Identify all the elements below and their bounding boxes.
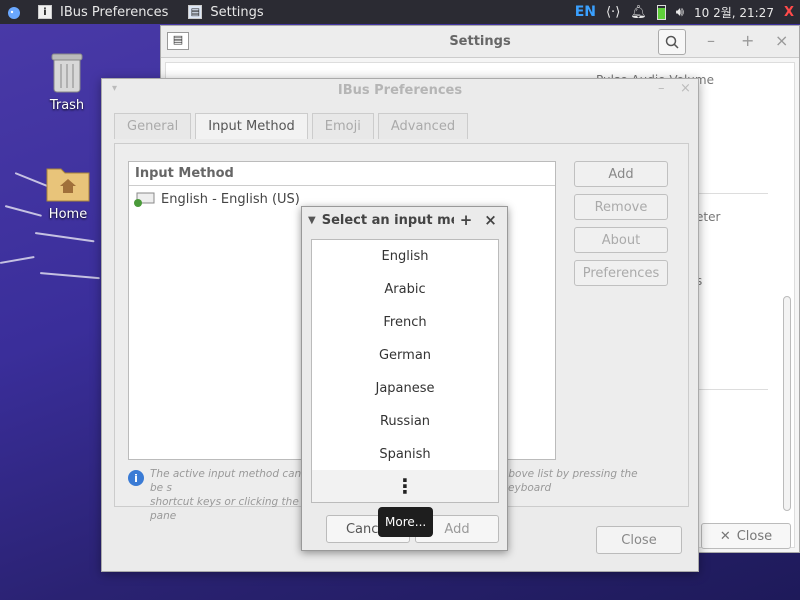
desktop-icon-label: Trash xyxy=(49,98,85,113)
more-options-button[interactable]: ⋮ xyxy=(312,470,498,502)
window-title: IBus Preferences xyxy=(337,83,463,98)
language-option-german[interactable]: German xyxy=(312,339,498,372)
select-input-method-dialog: ▼ Select an input method + × English Ara… xyxy=(301,206,508,551)
xfce-mouse-icon xyxy=(8,7,20,19)
settings-close-button[interactable]: ✕ Close xyxy=(701,523,791,549)
settings-item-row[interactable]: eter xyxy=(696,210,720,224)
close-window-button[interactable]: × xyxy=(775,31,788,50)
tab-emoji[interactable]: Emoji xyxy=(311,113,374,139)
taskbar-item-ibus[interactable]: i IBus Preferences xyxy=(28,0,178,24)
wallpaper-streak xyxy=(34,232,95,243)
volume-icon[interactable]: 🔊︎ xyxy=(676,5,684,20)
battery-icon[interactable] xyxy=(656,4,666,20)
language-option-english[interactable]: English xyxy=(312,240,498,273)
minimize-button[interactable]: – xyxy=(658,81,665,96)
window-title: Settings xyxy=(449,34,511,49)
settings-titlebar[interactable]: ▤ Settings – + × xyxy=(161,26,799,58)
dialog-title: Select an input method xyxy=(321,212,454,228)
tab-bar: General Input Method Emoji Advanced xyxy=(114,113,469,139)
remove-button[interactable]: Remove xyxy=(574,194,668,220)
search-button[interactable] xyxy=(658,29,686,55)
scrollbar[interactable] xyxy=(783,296,791,511)
language-options-list[interactable]: English Arabic French German Japanese Ru… xyxy=(311,239,499,503)
desktop-icon-trash[interactable]: Trash xyxy=(27,50,107,113)
info-line: shortcut keys or clicking the pane xyxy=(150,496,299,522)
tab-input-method[interactable]: Input Method xyxy=(195,113,308,139)
logout-icon[interactable]: X xyxy=(784,5,794,20)
wallpaper-streak xyxy=(0,255,35,264)
taskbar-item-settings[interactable]: ▤ Settings xyxy=(178,0,273,24)
info-text-right: above list by pressing the keyboard xyxy=(501,468,638,494)
more-tooltip: More... xyxy=(378,507,434,537)
close-window-button[interactable]: × xyxy=(484,211,497,229)
language-option-russian[interactable]: Russian xyxy=(312,405,498,438)
desktop-icon-label: Home xyxy=(48,207,88,222)
about-button[interactable]: About xyxy=(574,227,668,253)
tab-general[interactable]: General xyxy=(114,113,192,139)
app-menu-button[interactable] xyxy=(0,0,28,24)
notification-bell-icon[interactable]: 🔔︎ xyxy=(630,5,647,20)
dialog-titlebar[interactable]: ▼ Select an input method + × xyxy=(302,207,507,233)
divider xyxy=(696,389,768,390)
desktop-icon-home[interactable]: Home xyxy=(28,163,108,222)
keyboard-layout-indicator[interactable]: EN xyxy=(575,4,596,20)
info-text-left: The active input method can be s shortcu… xyxy=(150,467,309,523)
list-header: Input Method xyxy=(129,162,555,186)
close-icon: ✕ xyxy=(719,528,731,544)
clock[interactable]: 10 2월, 21:27 xyxy=(694,4,774,21)
vertical-ellipsis-icon: ⋮ xyxy=(395,474,415,498)
ibus-close-button[interactable]: Close xyxy=(596,526,682,554)
close-window-button[interactable]: × xyxy=(680,81,691,96)
language-option-arabic[interactable]: Arabic xyxy=(312,273,498,306)
settings-window-icon: ▤ xyxy=(188,5,203,19)
maximize-button[interactable]: + xyxy=(460,211,473,229)
search-icon xyxy=(665,35,679,49)
taskbar-label: IBus Preferences xyxy=(60,4,169,20)
minimize-button[interactable]: – xyxy=(707,31,715,50)
add-button[interactable]: Add xyxy=(574,161,668,187)
preferences-button[interactable]: Preferences xyxy=(574,260,668,286)
language-option-japanese[interactable]: Japanese xyxy=(312,372,498,405)
top-panel: i IBus Preferences ▤ Settings EN ⟨·⟩ 🔔︎ … xyxy=(0,0,800,24)
divider xyxy=(696,193,768,194)
maximize-button[interactable]: + xyxy=(741,31,754,50)
trash-icon xyxy=(51,53,83,93)
network-icon[interactable]: ⟨·⟩ xyxy=(606,5,620,20)
language-option-spanish[interactable]: Spanish xyxy=(312,438,498,471)
home-folder-icon xyxy=(46,168,90,202)
keyboard-icon xyxy=(134,192,155,207)
language-option-french[interactable]: French xyxy=(312,306,498,339)
button-label: Close xyxy=(736,528,773,544)
ibus-titlebar[interactable]: ▾ IBus Preferences – × xyxy=(102,79,698,103)
window-menu-icon[interactable]: ▼ xyxy=(308,215,316,226)
info-icon: i xyxy=(38,5,52,19)
info-icon: i xyxy=(128,470,144,486)
tab-advanced[interactable]: Advanced xyxy=(377,113,469,139)
info-line: The active input method can be s xyxy=(150,468,302,494)
taskbar-label: Settings xyxy=(210,4,264,20)
list-item-label: English - English (US) xyxy=(161,191,300,207)
wallpaper-streak xyxy=(39,272,100,280)
